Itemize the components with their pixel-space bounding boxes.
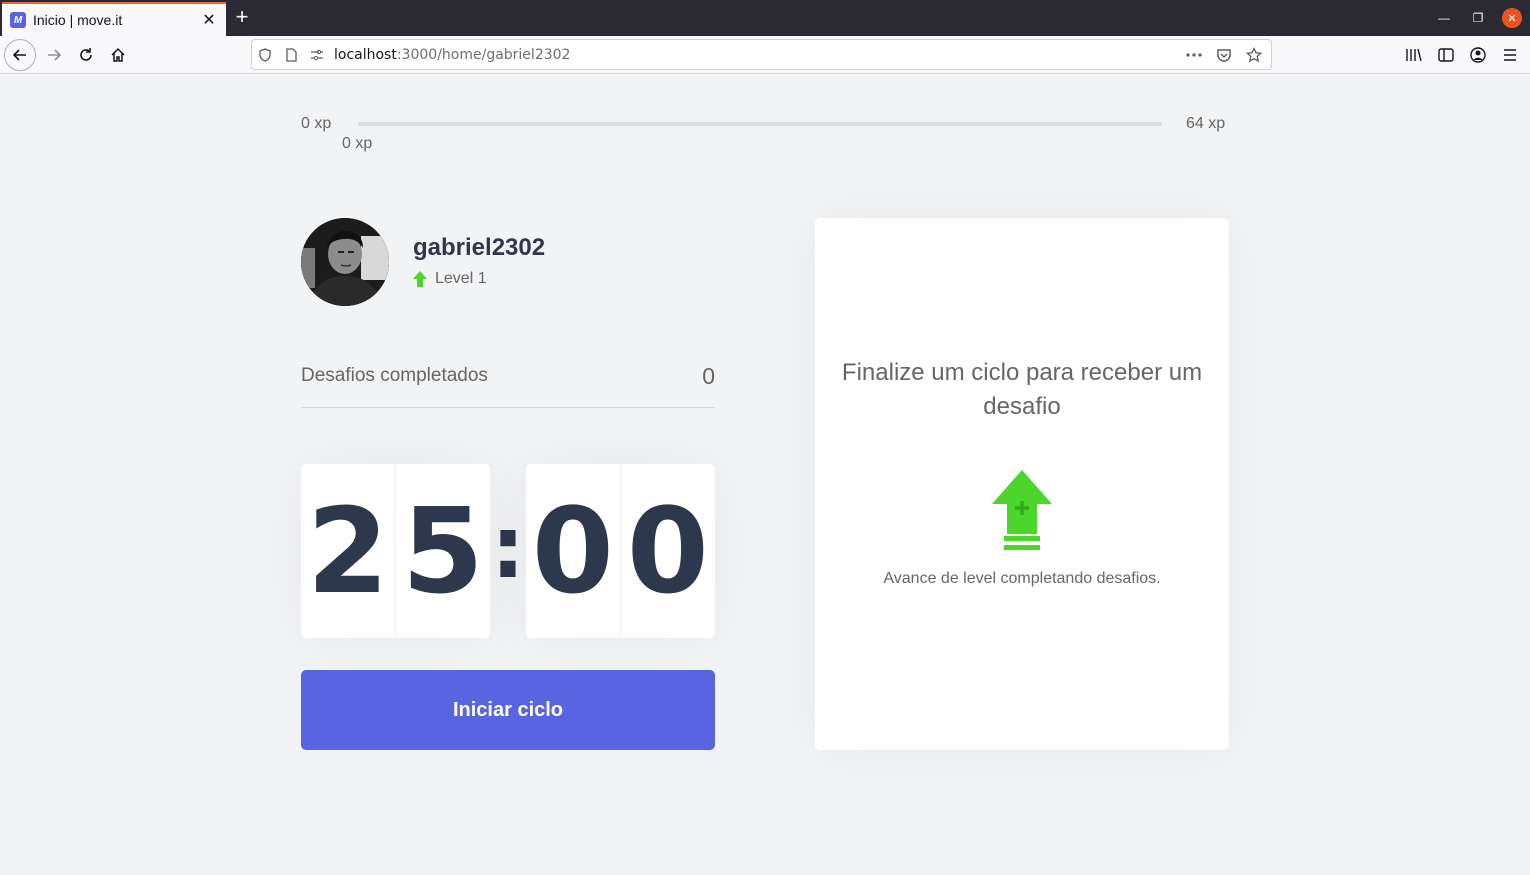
window-controls: — ❐ ✕ bbox=[1434, 8, 1522, 28]
browser-titlebar: M Inicio | move.it ✕ + — ❐ ✕ bbox=[0, 0, 1530, 36]
countdown-seconds: 0 0 bbox=[526, 464, 715, 638]
level-up-icon bbox=[413, 271, 427, 287]
back-button[interactable] bbox=[4, 39, 36, 71]
countdown: 2 5 : 0 0 bbox=[301, 464, 715, 638]
reload-icon bbox=[80, 48, 92, 61]
forward-button[interactable] bbox=[38, 39, 70, 71]
star-icon[interactable] bbox=[1241, 42, 1267, 68]
more-icon[interactable] bbox=[1181, 42, 1207, 68]
sidebar-icon[interactable] bbox=[1430, 39, 1462, 71]
completed-label: Desafios completados bbox=[301, 365, 488, 386]
home-icon bbox=[111, 47, 125, 62]
restore-icon[interactable]: ❐ bbox=[1468, 8, 1488, 28]
minimize-icon[interactable]: — bbox=[1434, 8, 1454, 28]
second-digit-right: 0 bbox=[626, 482, 709, 620]
menu-icon[interactable] bbox=[1494, 39, 1526, 71]
browser-tab[interactable]: M Inicio | move.it ✕ bbox=[2, 2, 226, 36]
second-digit-left: 0 bbox=[526, 464, 621, 638]
level-label: Level 1 bbox=[435, 270, 487, 287]
level-up-icon bbox=[992, 470, 1052, 550]
xp-min-label: 0 xp bbox=[301, 115, 332, 132]
library-icon[interactable] bbox=[1398, 39, 1430, 71]
countdown-minutes: 2 5 bbox=[301, 464, 490, 638]
shield-icon[interactable] bbox=[252, 42, 278, 68]
level: Level 1 bbox=[413, 270, 487, 288]
forward-icon bbox=[48, 49, 62, 61]
minute-digit-right: 5 bbox=[401, 482, 484, 620]
new-tab-button[interactable]: + bbox=[230, 4, 254, 29]
url-path: :3000/home/gabriel2302 bbox=[396, 46, 571, 63]
challenge-box: Finalize um ciclo para receber um desafi… bbox=[815, 218, 1229, 750]
pocket-icon[interactable] bbox=[1211, 42, 1237, 68]
completed-challenges: Desafios completados 0 bbox=[301, 360, 715, 408]
xp-max-label: 64 xp bbox=[1186, 115, 1226, 132]
challenge-title: Finalize um ciclo para receber um desafi… bbox=[841, 359, 1203, 420]
avatar bbox=[301, 218, 389, 306]
completed-count: 0 bbox=[702, 363, 715, 389]
xp-current-label: 0 xp bbox=[342, 135, 373, 152]
url-bar[interactable]: localhost:3000/home/gabriel2302 bbox=[251, 39, 1272, 70]
home-button[interactable] bbox=[102, 39, 134, 71]
account-icon[interactable] bbox=[1462, 39, 1494, 71]
page-info-icon[interactable] bbox=[278, 42, 304, 68]
challenge-text: Avance de level completando desafios. bbox=[883, 570, 1161, 587]
back-icon bbox=[12, 49, 26, 61]
username: gabriel2302 bbox=[413, 234, 546, 261]
experience-bar bbox=[358, 122, 1162, 126]
favicon-icon: M bbox=[10, 12, 26, 28]
permissions-icon[interactable] bbox=[304, 42, 330, 68]
browser-navbar: localhost:3000/home/gabriel2302 bbox=[0, 36, 1530, 74]
reload-button[interactable] bbox=[70, 39, 102, 71]
minute-digit-left: 2 bbox=[301, 464, 396, 638]
tab-title: Inicio | move.it bbox=[33, 12, 123, 28]
close-tab-icon[interactable]: ✕ bbox=[198, 9, 220, 31]
window-close-icon[interactable]: ✕ bbox=[1502, 8, 1522, 28]
start-cycle-button[interactable]: Iniciar ciclo bbox=[301, 670, 715, 750]
url-text[interactable]: localhost:3000/home/gabriel2302 bbox=[334, 47, 1181, 63]
url-host: localhost bbox=[334, 46, 397, 63]
countdown-separator: : bbox=[490, 498, 526, 598]
